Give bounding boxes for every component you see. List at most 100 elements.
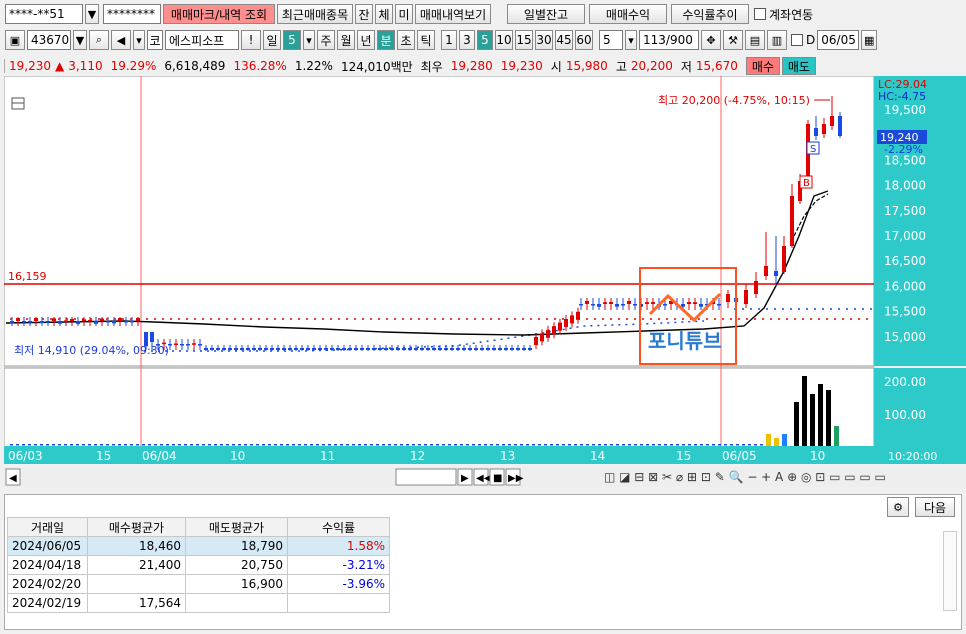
print-icon[interactable]: ▥ [767,30,787,50]
chart-svg[interactable]: 16,159 포니튜브 최고 20,200 (-4.75%, 10:15) 최저… [3,75,966,490]
minute-60-button[interactable]: 60 [575,30,593,50]
period-second-button[interactable]: 초 [397,30,415,50]
recent-trade-button[interactable]: 최근매매종목 [277,4,353,24]
minute-30-button[interactable]: 30 [535,30,553,50]
profit-table-row[interactable]: 2024/02/20 16,900 -3.96% [7,574,390,594]
price-plot-area[interactable] [3,75,875,367]
account-dropdown-icon[interactable]: ▼ [85,4,99,24]
header-buy-avg: 매수평균가 [87,517,186,537]
period-minute-button[interactable]: 분 [377,30,395,50]
candle-body [838,116,842,136]
trade-volume: 6,618,489 [164,59,226,73]
stock-code-field[interactable]: 43670 [27,30,71,50]
x-axis-label: 15 [96,449,111,463]
filled-button[interactable]: 체 [375,4,393,24]
candle-body [480,348,484,350]
candle-body [70,319,74,321]
scroll-thumb[interactable] [395,468,457,486]
period-month-button[interactable]: 월 [337,30,355,50]
scroll-left-icon: ◀ [9,473,17,484]
minute-1-button[interactable]: 1 [441,30,457,50]
low-annotation: 최저 14,910 (29.04%, 09:30) [14,344,169,357]
password-field[interactable]: ******** [103,4,161,24]
period-year-button[interactable]: 년 [357,30,375,50]
period-week-button[interactable]: 주 [317,30,335,50]
checkbox-box[interactable] [754,8,766,20]
volume-bar [370,444,373,446]
alert-button[interactable]: ! [241,30,261,50]
date-field[interactable]: 06/05 [817,30,860,50]
buy-button[interactable]: 매수 [745,57,780,75]
open-price: 15,980 [565,59,608,73]
sell-button[interactable]: 매도 [781,57,816,75]
minute-10-button[interactable]: 10 [495,30,513,50]
volume-plot-area[interactable] [3,367,875,457]
account-select[interactable]: ****-**51 [5,4,83,24]
save-icon[interactable]: ▤ [745,30,765,50]
x-axis-label: 06/03 [8,449,43,463]
market-tag: 코 [147,30,163,50]
day-count-field[interactable]: 5 [283,30,301,50]
speaker-dropdown-icon[interactable]: ▾ [133,30,145,50]
table-scrollbar[interactable] [943,531,957,611]
profit-cell-sell: 18,790 [185,536,288,556]
volume-bar [76,444,79,446]
trade-mark-button[interactable]: 매매마크/내역 조회 [163,4,275,24]
volume-bar [688,444,691,446]
candle-body [58,321,62,324]
candle-body [216,348,220,350]
drawing-tools-icons[interactable]: ◫ ◪ ⊟ ⊠ ✂ ⌀ ⊞ ⊡ ✎ 🔍 − + A ⊕ ◎ ⊡ ▭ ▭ ▭ ▭ [604,469,886,484]
period-day-button[interactable]: 일 [263,30,281,50]
candle-body [597,304,601,307]
minute-3-button[interactable]: 3 [459,30,475,50]
price-axis-label: 17,000 [884,229,926,243]
gear-icon[interactable]: ⚙ [887,497,909,517]
range-field[interactable]: 113/900 [639,30,699,50]
volume-bar [604,444,607,446]
daily-balance-button[interactable]: 일별잔고 [507,4,585,24]
search-icon[interactable]: ⌕ [89,30,109,50]
volume-bar [28,444,31,446]
profit-cell-date: 2024/06/05 [7,536,88,556]
layout-icon[interactable]: ▣ [5,30,25,50]
candle-body [88,320,92,322]
x-axis-label: 06/04 [142,449,177,463]
tools-icon[interactable]: ⚒ [723,30,743,50]
volume-bar [724,444,727,446]
minute-5-button[interactable]: 5 [477,30,493,50]
interval-dropdown-icon[interactable]: ▾ [625,30,637,50]
volume-bar [736,444,739,446]
speaker-icon[interactable]: ◀ [111,30,131,50]
next-button[interactable]: 다음 [915,497,955,517]
playback-controls[interactable]: ▶ ◀◀ ■ ▶▶ [457,468,524,486]
crosshair-icon[interactable]: ✥ [701,30,721,50]
period-tick-button[interactable]: 틱 [417,30,435,50]
price-change: 3,110 [68,59,103,73]
minute-15-button[interactable]: 15 [515,30,533,50]
date-checkbox[interactable] [791,34,803,46]
balance-button[interactable]: 잔 [355,4,373,24]
chart-panel[interactable]: 16,159 포니튜브 최고 20,200 (-4.75%, 10:15) 최저… [3,75,966,490]
profit-trend-button[interactable]: 수익률추이 [671,4,749,24]
code-dropdown-icon[interactable]: ▼ [73,30,87,50]
volume-bar [794,402,799,446]
day-dropdown-icon[interactable]: ▾ [303,30,315,50]
profit-table-row[interactable]: 2024/02/19 17,564 [7,593,390,613]
volume-bar [760,444,763,446]
trade-amount: 124,010백만 [340,59,413,74]
calendar-icon[interactable]: ▦ [861,30,878,50]
candle-body [474,348,478,350]
volume-bar [424,444,427,446]
trade-profit-button[interactable]: 매매수익 [589,4,667,24]
volume-bar [430,444,433,446]
profit-table-row[interactable]: 2024/04/18 21,400 20,750 -3.21% [7,555,390,575]
candle-body [456,348,460,350]
range-value: 113/900 [643,33,693,47]
interval-count-field[interactable]: 5 [599,30,623,50]
candle-body [136,318,140,321]
account-link-checkbox[interactable]: 계좌연동 [754,6,813,23]
profit-table-row[interactable]: 2024/06/05 18,460 18,790 1.58% [7,536,390,556]
minute-45-button[interactable]: 45 [555,30,573,50]
unfilled-button[interactable]: 미 [395,4,413,24]
trade-history-button[interactable]: 매매내역보기 [415,4,491,24]
